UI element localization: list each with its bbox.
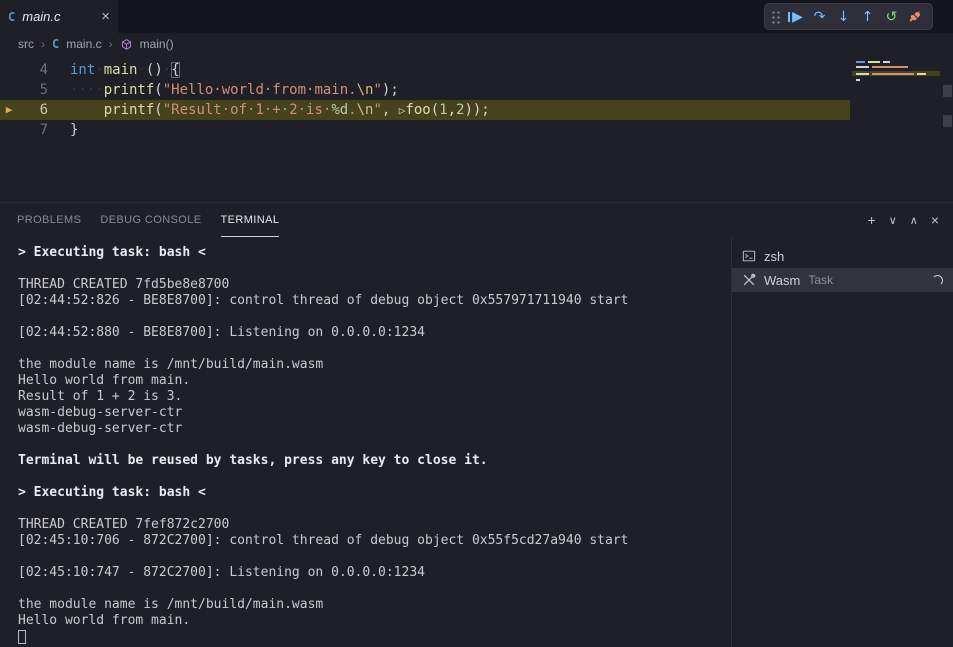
step-into-button[interactable]: ↓ xyxy=(832,6,855,28)
glyph-margin[interactable] xyxy=(0,120,18,140)
terminal-list: zsh Wasm Task xyxy=(731,237,953,647)
c-file-icon: C xyxy=(52,37,59,51)
terminal-line: > Executing task: bash < xyxy=(18,485,731,501)
terminal-output[interactable]: > Executing task: bash < THREAD CREATED … xyxy=(0,237,731,647)
line-number: 6 xyxy=(18,100,48,120)
c-file-icon: C xyxy=(8,10,15,24)
code-text: } xyxy=(70,120,78,140)
line-number: 7 xyxy=(18,120,48,140)
terminal-line: THREAD CREATED 7fef872c2700 xyxy=(18,517,731,533)
terminal-cursor xyxy=(18,630,26,644)
code-text: ····printf("Result·of·1·+·2·is·%d.\n",·▷… xyxy=(70,100,490,120)
terminal-line: [02:44:52:880 - BE8E8700]: Listening on … xyxy=(18,325,731,341)
code-line-4[interactable]: 4 int·main·()·{ xyxy=(0,60,850,80)
terminal-line xyxy=(18,261,731,277)
breadcrumb-folder[interactable]: src xyxy=(18,37,34,51)
terminal-line xyxy=(18,341,731,357)
terminal-line: THREAD CREATED 7fd5be8e8700 xyxy=(18,277,731,293)
terminal-line: Hello world from main. xyxy=(18,373,731,389)
glyph-margin[interactable] xyxy=(0,80,18,100)
terminal-dropdown-icon[interactable]: ∨ xyxy=(889,214,897,227)
close-panel-icon[interactable]: × xyxy=(931,212,939,228)
breadcrumb: src › C main.c › main() xyxy=(0,33,953,55)
maximize-panel-icon[interactable]: ∧ xyxy=(910,214,918,227)
terminal-line xyxy=(18,309,731,325)
disconnect-plug-icon xyxy=(908,9,923,24)
debug-toolbar: ▶ ↷ ↓ ↑ ↺ xyxy=(764,3,933,30)
chevron-right-icon: › xyxy=(41,37,45,51)
terminal-item-label: zsh xyxy=(764,249,784,264)
line-number: 5 xyxy=(18,80,48,100)
code-text: int·main·()·{ xyxy=(70,60,180,80)
tab-problems[interactable]: PROBLEMS xyxy=(17,203,81,237)
loading-spinner-icon xyxy=(932,275,943,286)
terminal-item-label: Wasm xyxy=(764,273,800,288)
code-line-5[interactable]: 5 ····printf("Hello·world·from·main.\n"); xyxy=(0,80,850,100)
current-statement-arrow-icon[interactable]: ▶ xyxy=(0,100,18,120)
terminal-line: Hello world from main. xyxy=(18,613,731,629)
breadcrumb-file[interactable]: main.c xyxy=(66,37,101,51)
line-number: 4 xyxy=(18,60,48,80)
overview-ruler-mark[interactable] xyxy=(943,115,952,127)
continue-button[interactable]: ▶ xyxy=(784,6,807,28)
drag-grip-icon[interactable] xyxy=(771,10,780,24)
panel-header: PROBLEMS DEBUG CONSOLE TERMINAL + ∨ ∧ × xyxy=(0,203,953,237)
tab-close-icon[interactable]: × xyxy=(101,9,110,24)
symbol-method-icon xyxy=(120,38,133,51)
tab-main-c[interactable]: C main.c × xyxy=(0,0,118,33)
terminal-line: Result of 1 + 2 is 3. xyxy=(18,389,731,405)
glyph-margin[interactable] xyxy=(0,60,18,80)
tab-label: main.c xyxy=(22,9,94,24)
step-over-button[interactable]: ↷ xyxy=(808,6,831,28)
terminal-line xyxy=(18,469,731,485)
code-line-6[interactable]: ▶6 ····printf("Result·of·1·+·2·is·%d.\n",… xyxy=(0,100,850,120)
tools-icon xyxy=(742,273,756,287)
bottom-panel: PROBLEMS DEBUG CONSOLE TERMINAL + ∨ ∧ × … xyxy=(0,202,953,647)
restart-button[interactable]: ↺ xyxy=(880,6,903,28)
terminal-line: Terminal will be reused by tasks, press … xyxy=(18,453,731,469)
tab-terminal[interactable]: TERMINAL xyxy=(221,203,280,237)
terminal-line xyxy=(18,501,731,517)
terminal-line: wasm-debug-server-ctr xyxy=(18,421,731,437)
terminal-line: [02:45:10:706 - 872C2700]: control threa… xyxy=(18,533,731,549)
code-lines: 4 int·main·()·{ 5 ····printf("Hello·world·f… xyxy=(0,55,953,140)
step-out-button[interactable]: ↑ xyxy=(856,6,879,28)
chevron-right-icon: › xyxy=(109,37,113,51)
overview-ruler-mark[interactable] xyxy=(943,85,952,97)
code-text: ····printf("Hello·world·from·main.\n"); xyxy=(70,80,399,100)
panel-actions: + ∨ ∧ × xyxy=(868,212,940,228)
terminal-item-wasm-task[interactable]: Wasm Task xyxy=(732,268,953,292)
disconnect-button[interactable] xyxy=(904,6,927,28)
terminal-line: > Executing task: bash < xyxy=(18,245,731,261)
terminal-line: wasm-debug-server-ctr xyxy=(18,405,731,421)
code-line-7[interactable]: 7} xyxy=(0,120,850,140)
terminal-line xyxy=(18,437,731,453)
tab-bar: C main.c × ▶ ↷ ↓ ↑ ↺ xyxy=(0,0,953,33)
code-editor[interactable]: 4 int·main·()·{ 5 ····printf("Hello·world·f… xyxy=(0,55,953,202)
terminal-line: the module name is /mnt/build/main.wasm xyxy=(18,597,731,613)
terminal-line: [02:44:52:826 - BE8E8700]: control threa… xyxy=(18,293,731,309)
breadcrumb-symbol[interactable]: main() xyxy=(140,37,174,51)
terminal-line: [02:45:10:747 - 872C2700]: Listening on … xyxy=(18,565,731,581)
new-terminal-icon[interactable]: + xyxy=(868,212,876,228)
terminal-item-zsh[interactable]: zsh xyxy=(732,244,953,268)
panel-body: > Executing task: bash < THREAD CREATED … xyxy=(0,237,953,647)
terminal-icon xyxy=(742,249,756,263)
terminal-line xyxy=(18,581,731,597)
tab-debug-console[interactable]: DEBUG CONSOLE xyxy=(100,203,201,237)
terminal-line xyxy=(18,549,731,565)
terminal-line: the module name is /mnt/build/main.wasm xyxy=(18,357,731,373)
minimap[interactable] xyxy=(852,61,940,84)
terminal-item-description: Task xyxy=(808,273,833,287)
